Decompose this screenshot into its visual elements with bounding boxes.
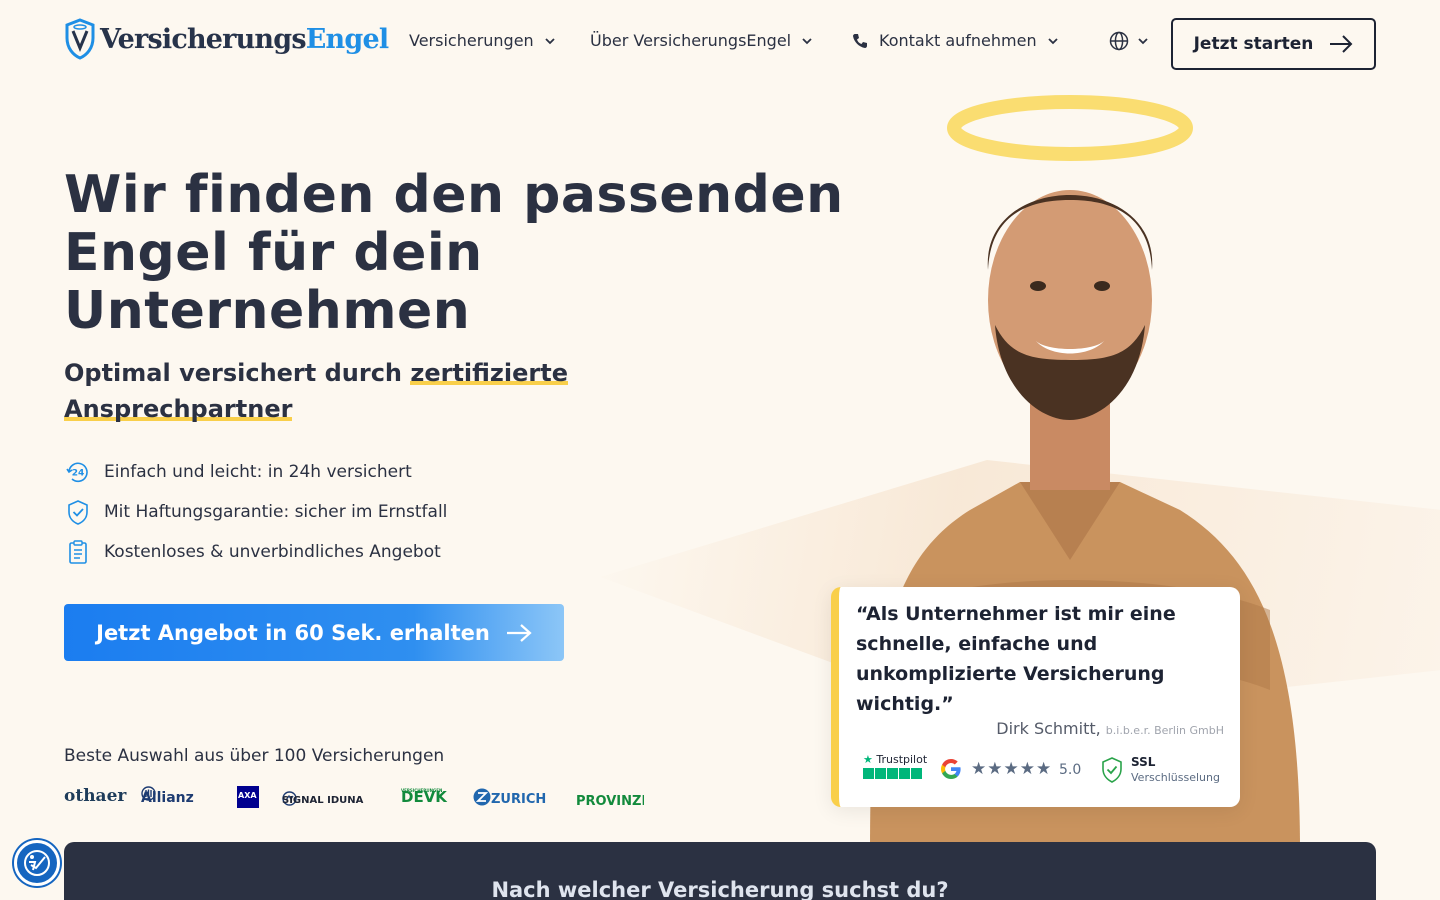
testimonial-author: Dirk Schmitt, b.i.b.e.r. Berlin GmbH [996,719,1224,738]
insurer-logo-provinzial: PROVINZI [576,794,644,809]
google-rating-score: 5.0 [1059,762,1082,778]
testimonial-author-name: Dirk Schmitt, [996,719,1101,738]
hero-title: Wir finden den passenden Engel für dein … [64,166,864,340]
feature-item: 24 Einfach und leicht: in 24h versichert [64,452,447,492]
trustpilot-star-icon: ★ [863,753,873,766]
insurer-logo-signal-iduna-text: SIGNAL IDUNA [282,795,364,806]
get-offer-label: Jetzt Angebot in 60 Sek. erhalten [96,620,490,645]
insurer-logo-axa: AXA [237,786,259,808]
nav-kontakt[interactable]: Kontakt aufnehmen [851,31,1059,50]
get-offer-button[interactable]: Jetzt Angebot in 60 Sek. erhalten [64,604,564,661]
insurance-search-panel: Nach welcher Versicherung suchst du? [64,842,1376,900]
nav-ueber-uns[interactable]: Über VersicherungsEngel [590,31,813,50]
ssl-title: SSL [1131,755,1156,769]
insurer-logo-axa-text: AXA [238,791,257,800]
insurer-logo-signal-iduna: SIGNAL IDUNA [282,791,363,806]
nav-label: Versicherungen [409,31,534,50]
feature-label: Mit Haftungsgarantie: sicher im Ernstfal… [104,502,448,522]
language-selector[interactable] [1109,31,1149,51]
chevron-down-icon [545,37,555,44]
svg-text:24: 24 [72,469,85,479]
insurer-logo-allianz: Allianz [141,786,194,806]
insurer-logo-zurich-text: ZURICH [491,792,547,807]
accessibility-icon [24,850,50,876]
testimonial-company: b.i.b.e.r. Berlin GmbH [1105,724,1224,737]
trustpilot-star-box [911,768,922,779]
insurer-logo-gothaer: othaer [64,786,127,806]
zurich-emblem-icon [473,788,491,806]
trustpilot-star-box [899,768,910,779]
shield-logo-icon [65,18,95,60]
feature-label: Einfach und leicht: in 24h versichert [104,462,412,482]
clipboard-icon [69,540,87,564]
arrow-right-icon [1330,35,1353,53]
feature-label: Kostenloses & unverbindliches Angebot [104,542,441,562]
hero-subtitle: Optimal versichert durch zertifizierte A… [64,355,624,427]
insurer-logo-zurich: ZURICH [473,788,546,807]
nav-label: Kontakt aufnehmen [879,31,1037,50]
trust-badges: ★ Trustpilot ★★★★★ 5.0 SSL Verschlüsselu… [863,753,1233,789]
nav-label: Über VersicherungsEngel [590,31,792,50]
insurer-logo-strip: othaer Allianz AXA SIGNAL IDUNA DEVK VERS… [64,782,644,816]
google-rating-stars: ★★★★★ [971,759,1053,779]
start-button-label: Jetzt starten [1193,34,1314,54]
logo[interactable]: VersicherungsEngel [64,18,389,60]
trustpilot-label: Trustpilot [876,753,928,766]
ssl-shield-icon [1102,757,1122,783]
insurers-label: Beste Auswahl aus über 100 Versicherunge… [64,746,445,766]
testimonial-quote: “Als Unternehmer ist mir eine schnelle, … [856,603,1176,715]
trustpilot-star-box [863,768,874,779]
trustpilot-star-box [887,768,898,779]
start-button[interactable]: Jetzt starten [1171,18,1376,70]
trustpilot-star-box [875,768,886,779]
hero-title-line-1: Wir finden den passenden [64,165,844,225]
hero-subtitle-text: Optimal versichert durch [64,359,411,387]
logo-text: VersicherungsEngel [100,23,389,55]
chevron-down-icon [802,37,812,44]
chevron-down-icon [1138,38,1148,45]
trustpilot-badge[interactable]: ★ Trustpilot [863,753,927,779]
search-panel-title: Nach welcher Versicherung suchst du? [491,878,949,900]
feature-item: Kostenloses & unverbindliches Angebot [64,532,447,572]
globe-icon [1109,31,1129,51]
feature-list: 24 Einfach und leicht: in 24h versichert… [64,452,447,572]
phone-icon [853,33,867,48]
feature-item: Mit Haftungsgarantie: sicher im Ernstfal… [64,492,447,532]
google-icon [941,759,961,779]
insurer-logo-allianz-text: Allianz [141,790,194,806]
hero-title-line-3: Unternehmen [64,281,471,341]
clock-24h-icon: 24 [66,462,88,483]
nav-versicherungen[interactable]: Versicherungen [409,31,556,50]
chevron-down-icon [1047,37,1058,44]
shield-check-icon [68,500,88,525]
testimonial-card: “Als Unternehmer ist mir eine schnelle, … [831,587,1240,807]
trustpilot-rating [863,768,927,779]
hero-title-line-2: Engel für dein [64,223,483,283]
site-header: VersicherungsEngel Versicherungen Über V… [0,0,1440,88]
accessibility-button[interactable] [14,840,60,886]
insurer-logo-devk-sub: VERSICHERUNGEN [401,788,443,793]
ssl-subtitle: Verschlüsselung [1131,771,1220,784]
arrow-right-icon [506,623,532,642]
